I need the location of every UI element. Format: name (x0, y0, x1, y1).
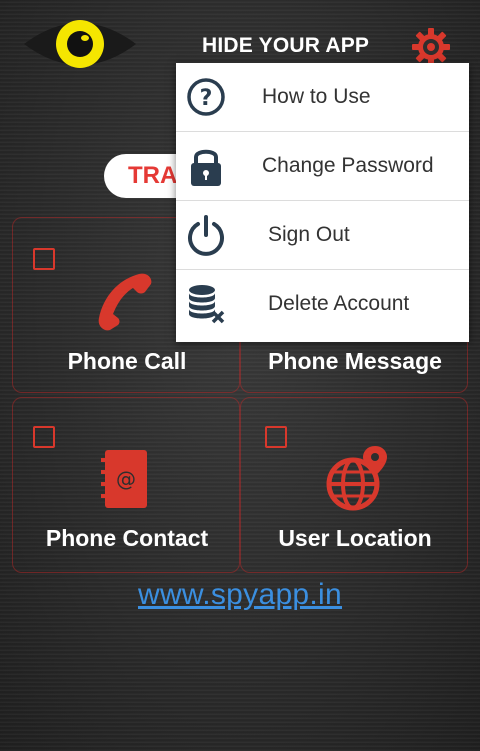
delete-database-icon (189, 285, 225, 324)
svg-text:?: ? (200, 86, 213, 111)
menu-label-how-to-use: How to Use (262, 85, 371, 108)
menu-label-sign-out: Sign Out (268, 223, 350, 246)
settings-menu: ? How to Use Change Password Sign Out De… (176, 63, 469, 342)
address-book-icon: @ (101, 450, 147, 508)
gear-icon[interactable] (410, 26, 452, 68)
tile-label-phone-message: Phone Message (268, 348, 442, 374)
menu-item-sign-out[interactable]: Sign Out (176, 201, 469, 270)
phone-contact-checkbox[interactable] (33, 426, 55, 448)
tile-user-location[interactable]: User Location (240, 397, 468, 573)
website-link[interactable]: www.spyapp.in (0, 578, 480, 612)
menu-label-change-password: Change Password (262, 154, 434, 177)
globe-pin-icon (326, 446, 387, 511)
phone-handset-icon (98, 273, 152, 331)
menu-item-how-to-use[interactable]: ? How to Use (176, 63, 469, 132)
eye-logo-icon (24, 20, 136, 68)
svg-text:@: @ (116, 467, 136, 491)
menu-item-delete-account[interactable]: Delete Account (176, 270, 469, 339)
tile-label-phone-call: Phone Call (67, 348, 187, 374)
phone-call-checkbox[interactable] (33, 248, 55, 270)
menu-item-change-password[interactable]: Change Password (176, 132, 469, 201)
user-location-checkbox[interactable] (265, 426, 287, 448)
help-icon: ? (187, 78, 225, 116)
app-title: HIDE YOUR APP (202, 34, 370, 57)
lock-icon (191, 149, 221, 186)
power-icon (188, 215, 224, 256)
tile-phone-contact[interactable]: @ Phone Contact (12, 397, 240, 573)
menu-label-delete-account: Delete Account (268, 292, 410, 315)
tile-label-user-location: User Location (278, 525, 432, 551)
tile-label-phone-contact: Phone Contact (45, 525, 209, 551)
